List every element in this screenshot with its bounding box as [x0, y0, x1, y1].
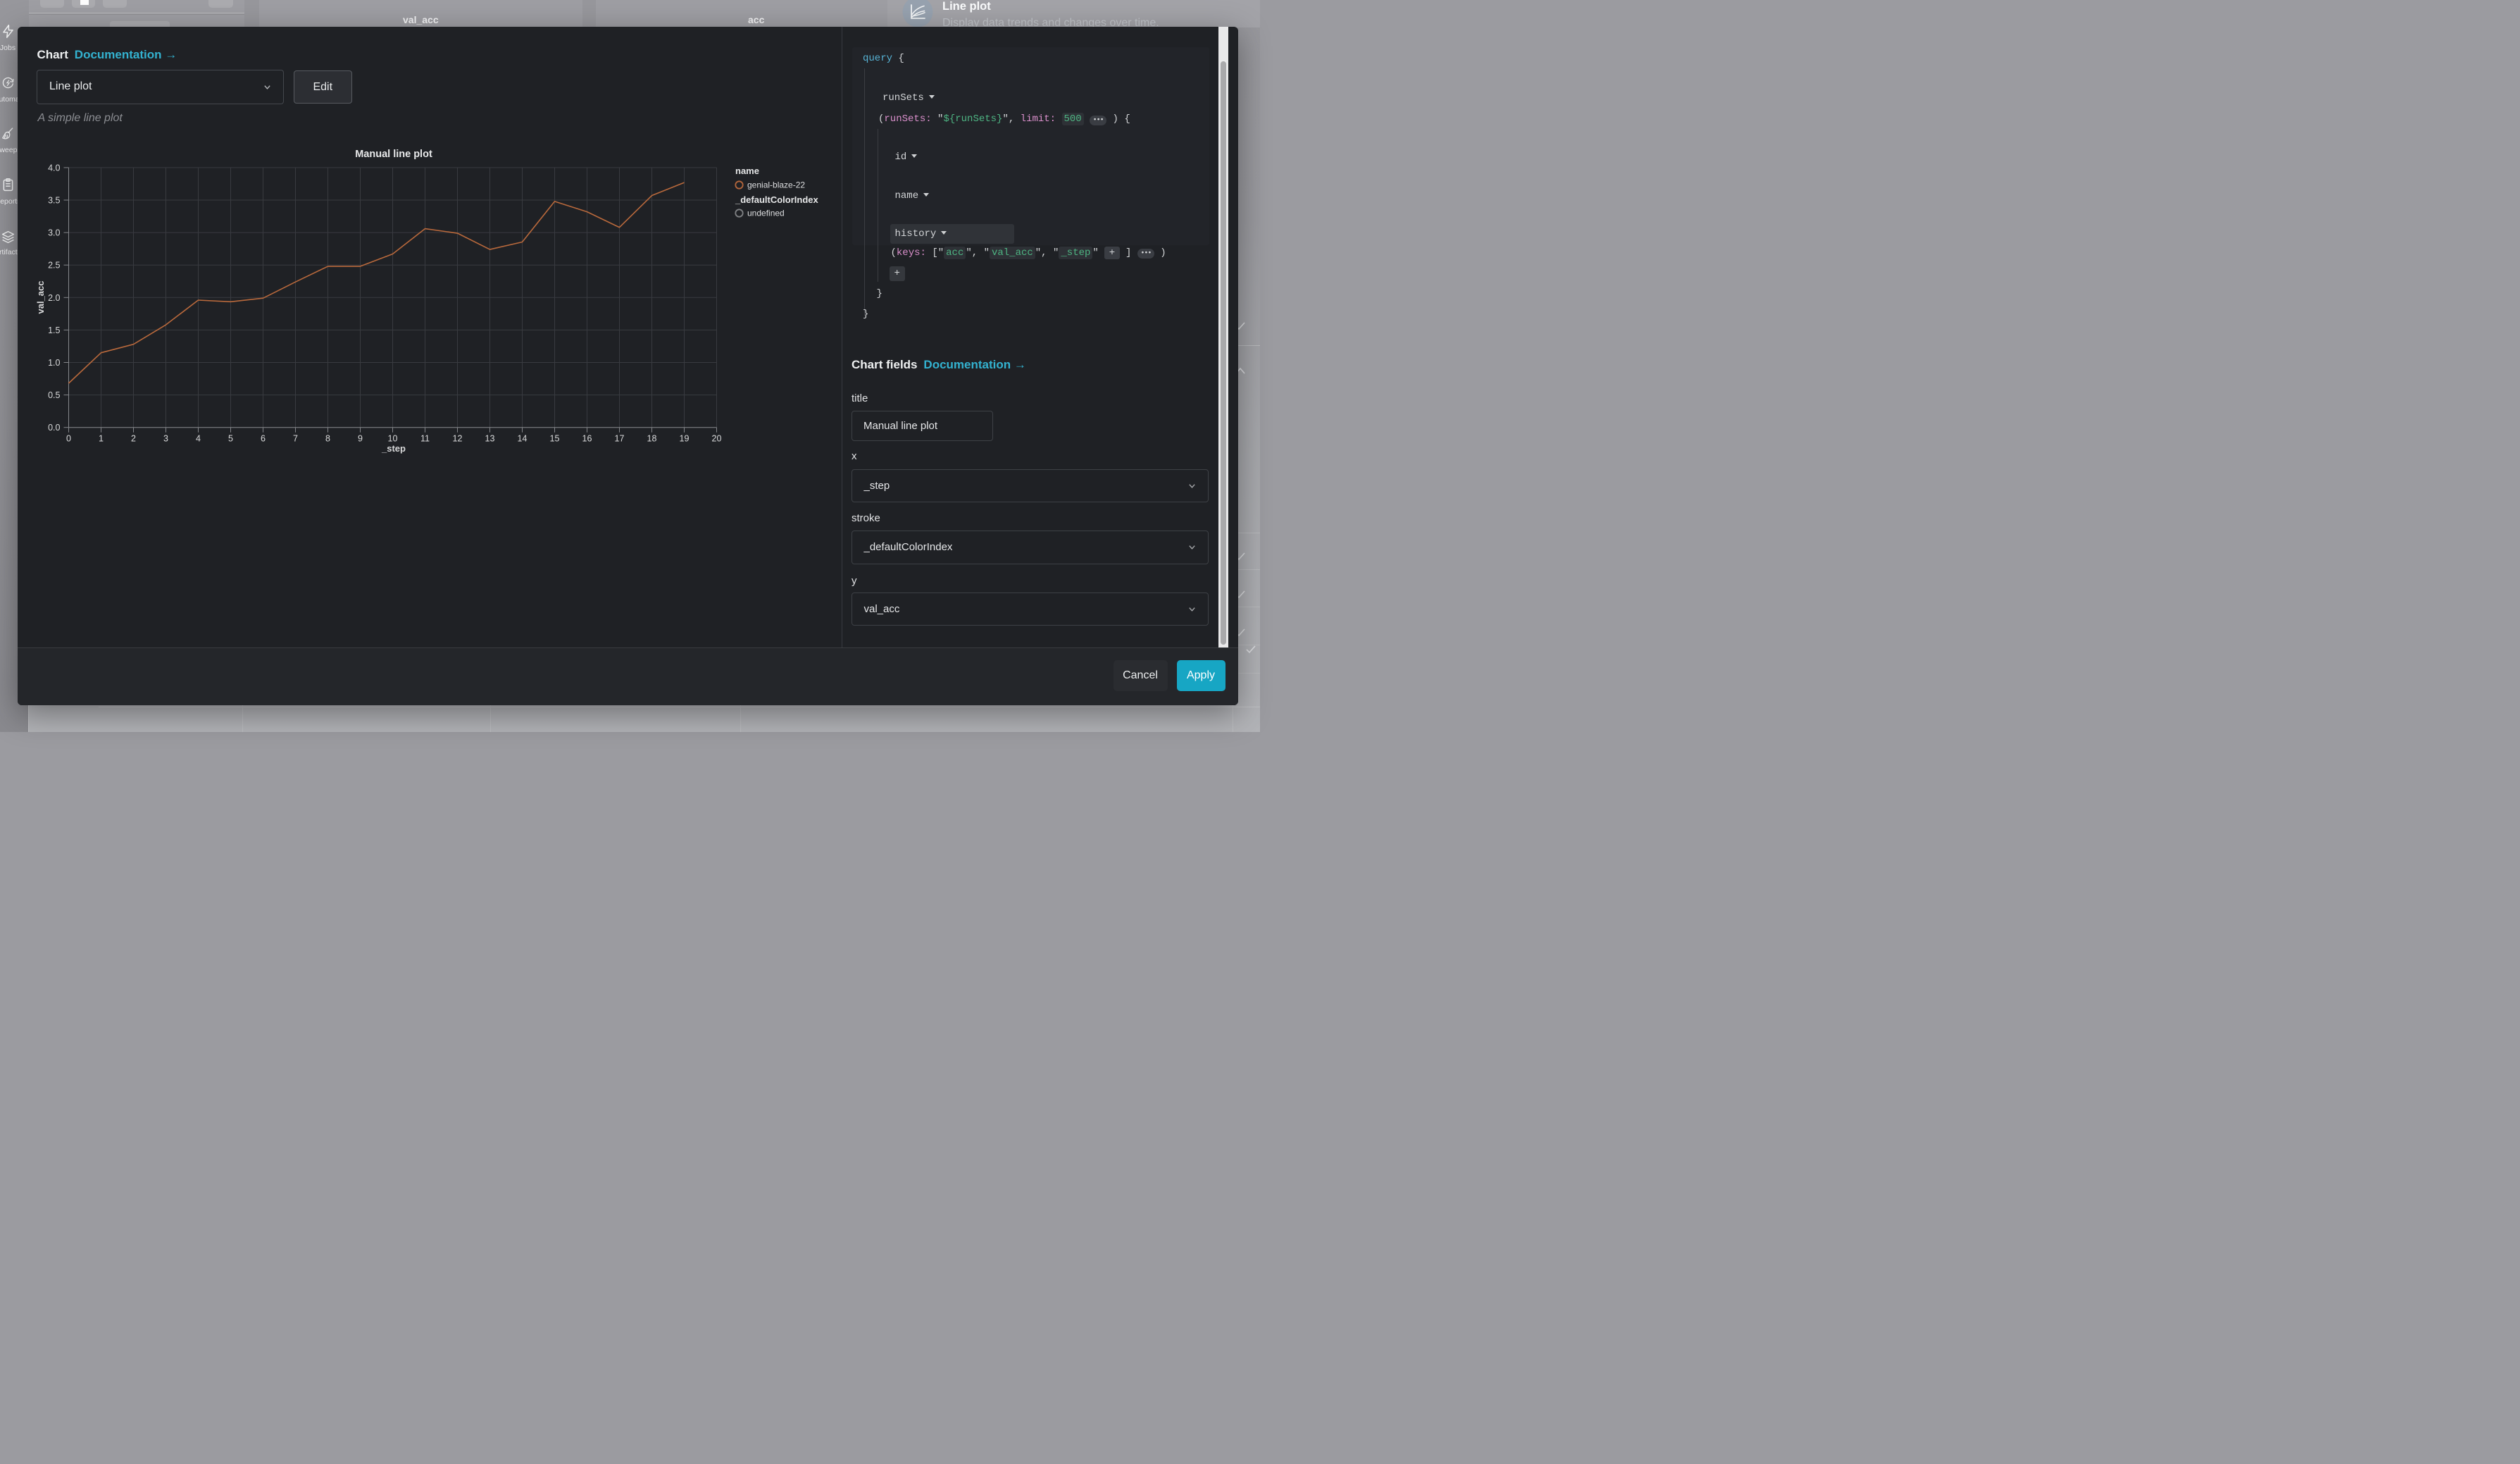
- svg-text:15: 15: [550, 434, 560, 444]
- svg-text:11: 11: [420, 434, 430, 444]
- svg-text:1.0: 1.0: [48, 358, 60, 368]
- svg-text:6: 6: [261, 434, 266, 444]
- svg-text:undefined: undefined: [747, 209, 785, 218]
- svg-text:0: 0: [66, 434, 71, 444]
- svg-text:4.0: 4.0: [48, 163, 60, 173]
- svg-text:2.5: 2.5: [48, 261, 60, 271]
- svg-text:0.5: 0.5: [48, 390, 60, 400]
- svg-text:5: 5: [228, 434, 233, 444]
- svg-text:3.0: 3.0: [48, 228, 60, 238]
- svg-text:1: 1: [99, 434, 104, 444]
- svg-text:18: 18: [647, 434, 657, 444]
- svg-text:7: 7: [293, 434, 298, 444]
- svg-text:9: 9: [358, 434, 363, 444]
- svg-text:4: 4: [196, 434, 201, 444]
- svg-text:genial-blaze-22: genial-blaze-22: [747, 180, 805, 190]
- svg-text:2: 2: [131, 434, 136, 444]
- svg-text:_step: _step: [381, 443, 406, 454]
- svg-text:10: 10: [388, 434, 398, 444]
- svg-text:12: 12: [453, 434, 463, 444]
- svg-text:1.5: 1.5: [48, 325, 60, 335]
- svg-text:14: 14: [518, 434, 528, 444]
- svg-text:val_acc: val_acc: [35, 281, 46, 314]
- svg-text:3: 3: [163, 434, 168, 444]
- svg-text:13: 13: [485, 434, 495, 444]
- svg-text:17: 17: [615, 434, 625, 444]
- svg-text:name: name: [735, 166, 759, 176]
- svg-text:20: 20: [712, 434, 722, 444]
- svg-text:16: 16: [582, 434, 592, 444]
- svg-text:Manual line plot: Manual line plot: [355, 149, 432, 160]
- svg-text:8: 8: [325, 434, 330, 444]
- svg-text:19: 19: [680, 434, 690, 444]
- svg-text:0.0: 0.0: [48, 423, 60, 433]
- svg-text:2.0: 2.0: [48, 293, 60, 303]
- svg-text:_defaultColorIndex: _defaultColorIndex: [735, 194, 819, 205]
- svg-text:3.5: 3.5: [48, 196, 60, 206]
